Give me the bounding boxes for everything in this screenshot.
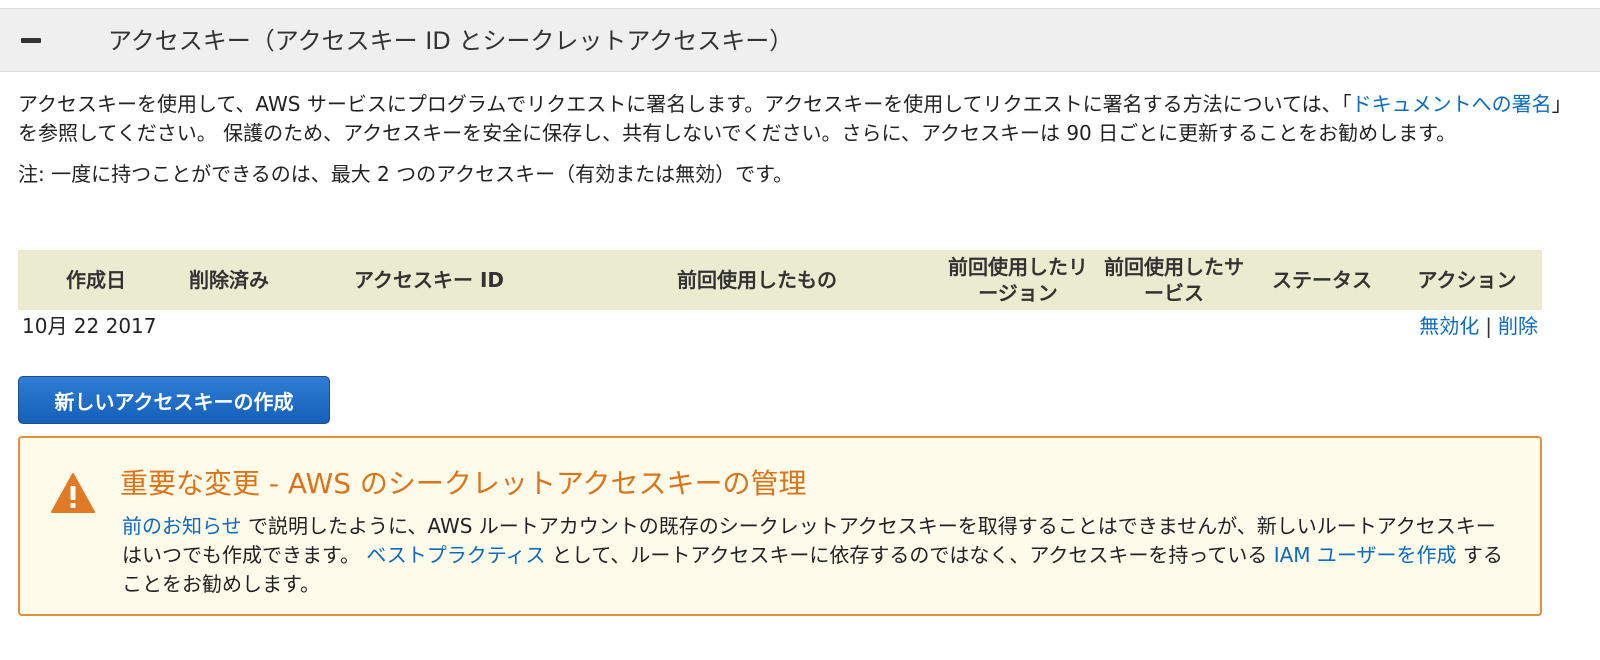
table-row: 10月 22 2017 無効化 | 削除: [18, 310, 1542, 346]
previous-announcement-link[interactable]: 前のお知らせ: [122, 514, 242, 538]
cell-created: 10月 22 2017: [22, 314, 157, 338]
cell-access-key-id: [284, 310, 574, 346]
note: 注: 一度に持つことができるのは、最大 2 つのアクセスキー（有効または無効）で…: [18, 162, 794, 186]
delete-key-link[interactable]: 削除: [1498, 314, 1538, 338]
action-separator: |: [1485, 314, 1492, 338]
important-change-notice: 重要な変更 - AWS のシークレットアクセスキーの管理 前のお知らせ で説明し…: [18, 436, 1542, 616]
access-keys-section-header[interactable]: アクセスキー（アクセスキー ID とシークレットアクセスキー）: [0, 8, 1600, 72]
access-keys-table: 作成日 削除済み アクセスキー ID 前回使用したもの 前回使用したリージョン …: [18, 250, 1542, 346]
description-text-1: アクセスキーを使用して、AWS サービスにプログラムでリクエストに署名します。ア…: [18, 92, 1352, 116]
cell-last-used: [574, 310, 940, 346]
cell-last-service: [1096, 310, 1252, 346]
column-header-created: 作成日: [66, 268, 126, 292]
description: アクセスキーを使用して、AWS サービスにプログラムでリクエストに署名します。ア…: [18, 90, 1576, 148]
notice-title: 重要な変更 - AWS のシークレットアクセスキーの管理: [120, 467, 807, 500]
warning-icon: [51, 473, 95, 513]
section-content: アクセスキーを使用して、AWS サービスにプログラムでリクエストに署名します。ア…: [18, 90, 1576, 189]
column-header-deleted: 削除済み: [189, 268, 269, 292]
column-header-actions: アクション: [1417, 268, 1517, 292]
column-header-access-key-id: アクセスキー ID: [353, 268, 504, 292]
notice-text-2: として、ルートアクセスキーに依存するのではなく、アクセスキーを持っている: [545, 543, 1274, 567]
page: アクセスキー（アクセスキー ID とシークレットアクセスキー） アクセスキーを使…: [0, 0, 1600, 660]
column-header-last-used: 前回使用したもの: [677, 268, 837, 292]
cell-actions: 無効化 | 削除: [1392, 310, 1542, 346]
column-header-last-service: 前回使用したサービス: [1104, 255, 1244, 305]
disable-key-link[interactable]: 無効化: [1419, 314, 1479, 338]
top-strip: [0, 0, 1600, 8]
notice-body: 前のお知らせ で説明したように、AWS ルートアカウントの既存のシークレットアク…: [122, 512, 1512, 599]
best-practices-link[interactable]: ベストプラクティス: [366, 543, 545, 567]
signing-docs-link[interactable]: ドキュメントへの署名: [1352, 92, 1552, 116]
cell-last-region: [940, 310, 1096, 346]
column-header-last-region: 前回使用したリージョン: [948, 255, 1088, 305]
cell-status: [1252, 310, 1392, 346]
column-header-status: ステータス: [1272, 268, 1372, 292]
create-iam-user-link[interactable]: IAM ユーザーを作成: [1274, 543, 1457, 567]
table-header-row: 作成日 削除済み アクセスキー ID 前回使用したもの 前回使用したリージョン …: [18, 250, 1542, 310]
section-title: アクセスキー（アクセスキー ID とシークレットアクセスキー）: [108, 27, 794, 55]
cell-deleted: [174, 310, 284, 346]
minus-icon[interactable]: [20, 33, 42, 47]
create-access-key-button[interactable]: 新しいアクセスキーの作成: [18, 376, 330, 424]
